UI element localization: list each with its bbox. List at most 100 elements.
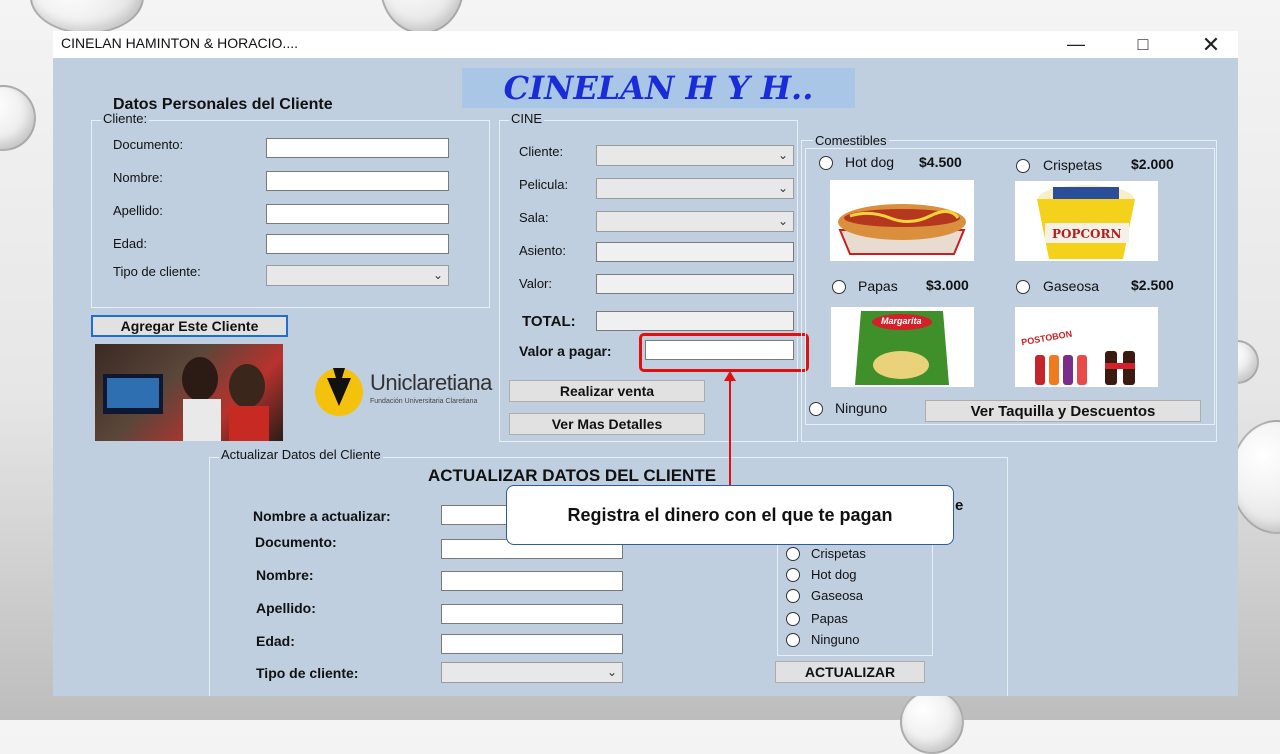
update-apellido-label: Apellido:	[256, 600, 316, 616]
hotdog-price: $4.500	[919, 154, 962, 170]
comestibles-caption: Comestibles	[813, 133, 889, 148]
crispetas-image: POPCORN	[1015, 181, 1158, 261]
gaseosa-image: POSTOBON	[1015, 307, 1158, 387]
form-client-area: CINELAN H Y H.. Datos Personales del Cli…	[53, 58, 1238, 696]
hotdog-radio[interactable]	[819, 156, 833, 170]
hotdog-label: Hot dog	[845, 154, 895, 170]
documento-input[interactable]	[266, 138, 449, 158]
edad-label: Edad:	[113, 236, 147, 251]
chips-brand: Margarita	[881, 316, 922, 326]
app-banner: CINELAN H Y H..	[462, 68, 855, 108]
update-ninguno-radio[interactable]	[786, 633, 800, 647]
update-hotdog-label: Hot dog	[811, 567, 857, 582]
update-apellido-input[interactable]	[441, 604, 623, 624]
update-edad-label: Edad:	[256, 633, 295, 649]
close-button[interactable]: ✕	[1191, 31, 1231, 58]
callout-arrow	[724, 371, 736, 485]
update-documento-label: Documento:	[255, 534, 337, 550]
papas-price: $3.000	[926, 277, 969, 293]
update-edad-input[interactable]	[441, 634, 623, 654]
background-bubble	[380, 0, 464, 34]
background-bubble	[0, 85, 36, 151]
hotdog-image	[830, 180, 974, 261]
highlight-box	[639, 333, 809, 372]
update-comestibles-caption: e	[955, 497, 964, 514]
gaseosa-label: Gaseosa	[1043, 278, 1100, 294]
update-group-caption: Actualizar Datos del Cliente	[219, 447, 383, 462]
papas-label: Papas	[858, 278, 898, 294]
crispetas-label: Crispetas	[1043, 157, 1103, 173]
minimize-button[interactable]: —	[1056, 31, 1096, 58]
popcorn-brand: POPCORN	[1052, 227, 1122, 241]
logo-name: Uniclaretiana	[370, 370, 492, 395]
crispetas-radio[interactable]	[1016, 159, 1030, 173]
window-title: CINELAN HAMINTON & HORACIO....	[61, 35, 298, 51]
ninguno-radio[interactable]	[809, 402, 823, 416]
valor-input[interactable]	[596, 274, 794, 294]
chevron-down-icon: ⌄	[777, 148, 788, 162]
background-bubble	[900, 690, 964, 754]
gaseosa-radio[interactable]	[1016, 280, 1030, 294]
chevron-down-icon: ⌄	[432, 268, 443, 282]
edad-input[interactable]	[266, 234, 449, 254]
tipo-cliente-label: Tipo de cliente:	[113, 264, 201, 279]
update-papas-label: Papas	[811, 611, 848, 626]
uniclaretiana-logo: Uniclaretiana Fundación Universitaria Cl…	[313, 358, 492, 423]
update-heading: ACTUALIZAR DATOS DEL CLIENTE	[428, 466, 717, 485]
update-papas-radio[interactable]	[786, 612, 800, 626]
logo-emblem-icon	[315, 368, 363, 416]
total-input[interactable]	[596, 311, 794, 331]
update-ninguno-label: Ninguno	[811, 632, 860, 647]
popcorn-icon	[1037, 185, 1135, 259]
ver-taquilla-button[interactable]: Ver Taquilla y Descuentos	[925, 400, 1201, 422]
valor-pagar-label: Valor a pagar:	[519, 343, 612, 359]
client-group-caption: Cliente:	[101, 111, 150, 126]
cine-cliente-select[interactable]: ⌄	[596, 145, 794, 166]
update-gaseosa-label: Gaseosa	[811, 588, 864, 603]
apellido-label: Apellido:	[113, 203, 163, 218]
logo-subtitle: Fundación Universitaria Claretiana	[370, 398, 478, 405]
nombre-input[interactable]	[266, 171, 449, 191]
cine-cliente-label: Cliente:	[519, 144, 564, 159]
ver-detalles-button[interactable]: Ver Mas Detalles	[509, 413, 705, 435]
pelicula-select[interactable]: ⌄	[596, 178, 794, 199]
photo-scene-icon	[103, 357, 269, 441]
chevron-down-icon: ⌄	[606, 665, 617, 679]
sala-label: Sala:	[519, 210, 549, 225]
actualizar-button[interactable]: ACTUALIZAR	[775, 661, 925, 683]
tipo-cliente-select[interactable]: ⌄	[266, 265, 449, 286]
gaseosa-price: $2.500	[1131, 277, 1174, 293]
sala-select[interactable]: ⌄	[596, 211, 794, 232]
update-nombre-input[interactable]	[441, 571, 623, 591]
update-hotdog-radio[interactable]	[786, 568, 800, 582]
title-bar: CINELAN HAMINTON & HORACIO.... — □ ✕	[53, 31, 1238, 58]
valor-label: Valor:	[519, 276, 552, 291]
ninguno-label: Ninguno	[835, 400, 888, 416]
soda-bottles-icon	[1035, 351, 1135, 385]
update-crispetas-radio[interactable]	[786, 547, 800, 561]
hotdog-icon	[838, 204, 966, 255]
add-client-button[interactable]: Agregar Este Cliente	[91, 315, 288, 337]
maximize-button[interactable]: □	[1123, 31, 1163, 58]
realizar-venta-button[interactable]: Realizar venta	[509, 380, 705, 402]
nombre-actualizar-input[interactable]	[441, 505, 511, 525]
asiento-label: Asiento:	[519, 243, 566, 258]
client-photo	[95, 344, 283, 441]
crispetas-price: $2.000	[1131, 156, 1174, 172]
update-nombre-label: Nombre:	[256, 567, 314, 583]
documento-label: Documento:	[113, 137, 184, 152]
papas-radio[interactable]	[832, 280, 846, 294]
app-window: CINELAN HAMINTON & HORACIO.... — □ ✕ CIN…	[53, 31, 1238, 696]
pelicula-label: Pelicula:	[519, 177, 569, 192]
chevron-down-icon: ⌄	[777, 181, 788, 195]
update-gaseosa-radio[interactable]	[786, 589, 800, 603]
update-tipo-label: Tipo de cliente:	[256, 665, 359, 681]
nombre-label: Nombre:	[113, 170, 163, 185]
total-label: TOTAL:	[522, 313, 576, 330]
chevron-down-icon: ⌄	[777, 214, 788, 228]
asiento-input[interactable]	[596, 242, 794, 262]
apellido-input[interactable]	[266, 204, 449, 224]
update-crispetas-label: Crispetas	[811, 546, 866, 561]
update-tipo-select[interactable]: ⌄	[441, 662, 623, 683]
background-bubble	[30, 0, 144, 34]
